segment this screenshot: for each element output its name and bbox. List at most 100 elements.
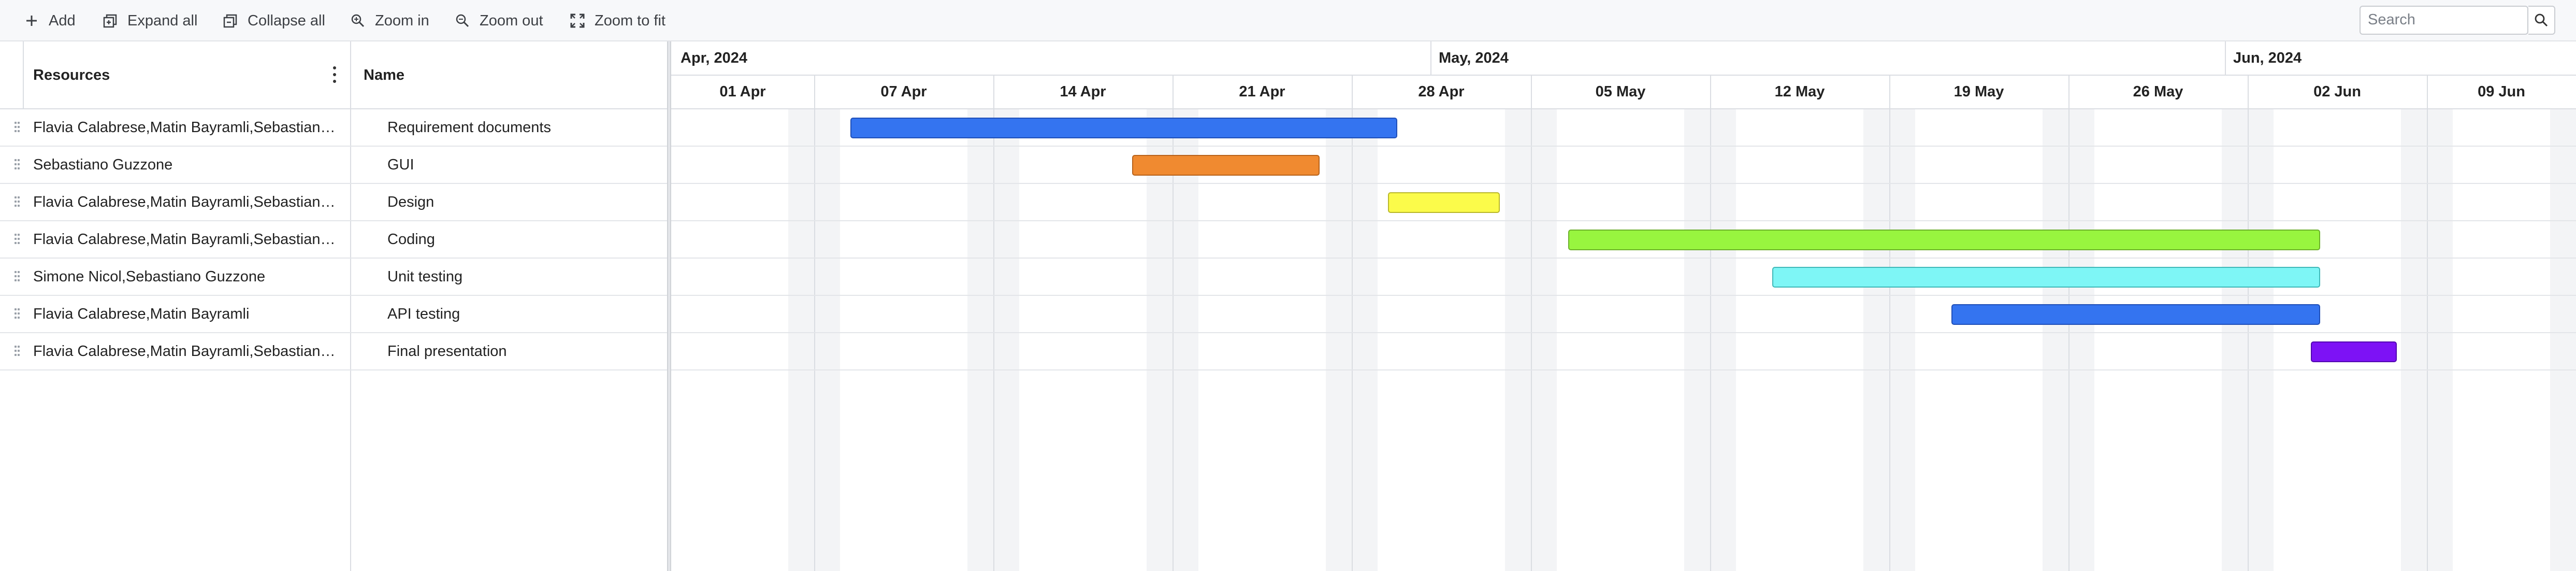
- week-label: 21 Apr: [1239, 83, 1285, 100]
- week-label: 12 May: [1774, 83, 1825, 100]
- timeline-month-header: Apr, 2024 May, 2024 Jun, 2024: [671, 41, 2576, 76]
- resources-cell[interactable]: Flavia Calabrese,Matin Bayramli,Sebastia…: [33, 333, 339, 369]
- search-input[interactable]: [2361, 7, 2530, 33]
- resources-cell[interactable]: Simone Nicol,Sebastiano Guzzone: [33, 259, 339, 295]
- grid-divider: [23, 41, 24, 109]
- zoom-to-fit-label: Zoom to fit: [595, 12, 665, 29]
- week-divider: [814, 76, 815, 571]
- table-row[interactable]: Flavia Calabrese,Matin Bayramli API testi…: [0, 296, 667, 333]
- week-label: 14 Apr: [1060, 83, 1106, 100]
- column-menu-icon[interactable]: [331, 64, 338, 85]
- week-divider: [1173, 76, 1174, 571]
- plus-icon: [24, 13, 39, 28]
- row-divider: [671, 220, 2576, 221]
- month-label: Jun, 2024: [2233, 50, 2302, 66]
- task-bar[interactable]: [1388, 192, 1500, 213]
- table-row[interactable]: Flavia Calabrese,Matin Bayramli,Sebastia…: [0, 184, 667, 221]
- drag-handle-icon[interactable]: [15, 308, 20, 321]
- week-label: 07 Apr: [880, 83, 927, 100]
- zoom-out-label: Zoom out: [480, 12, 543, 29]
- row-divider: [671, 369, 2576, 370]
- table-row[interactable]: Sebastiano Guzzone GUI: [0, 147, 667, 184]
- task-grid: Resources Name Flavia Calabrese,Matin Ba…: [0, 41, 667, 571]
- month-label: Apr, 2024: [681, 50, 747, 66]
- zoom-out-button[interactable]: Zoom out: [455, 7, 543, 34]
- table-row[interactable]: Flavia Calabrese,Matin Bayramli,Sebastia…: [0, 109, 667, 147]
- drag-handle-icon[interactable]: [15, 346, 20, 358]
- week-label: 19 May: [1953, 83, 2004, 100]
- expand-icon: [103, 13, 118, 28]
- row-divider: [671, 183, 2576, 184]
- resources-cell[interactable]: Flavia Calabrese,Matin Bayramli,Sebastia…: [33, 221, 339, 258]
- task-bar[interactable]: [1951, 304, 2320, 325]
- resources-cell[interactable]: Flavia Calabrese,Matin Bayramli: [33, 296, 339, 332]
- zoom-to-fit-button[interactable]: Zoom to fit: [570, 7, 665, 34]
- drag-handle-icon[interactable]: [15, 196, 20, 209]
- collapse-all-button[interactable]: Collapse all: [223, 7, 325, 34]
- week-divider: [1531, 76, 1532, 571]
- week-divider: [993, 76, 994, 571]
- row-divider: [671, 295, 2576, 296]
- week-label: 09 Jun: [2478, 83, 2525, 100]
- fit-screen-icon: [570, 13, 585, 28]
- table-row[interactable]: Flavia Calabrese,Matin Bayramli,Sebastia…: [0, 333, 667, 370]
- task-bar[interactable]: [1132, 155, 1320, 176]
- name-cell[interactable]: Design: [387, 184, 434, 220]
- row-divider: [671, 258, 2576, 259]
- row-divider: [671, 146, 2576, 147]
- month-divider: [1430, 41, 1431, 76]
- toolbar: Add Expand all Collapse all Zoom in Zoom…: [0, 0, 2576, 41]
- name-cell[interactable]: Final presentation: [387, 333, 507, 369]
- column-header-name[interactable]: Name: [364, 41, 404, 109]
- week-divider: [1352, 76, 1353, 571]
- zoom-in-label: Zoom in: [375, 12, 429, 29]
- week-divider: [1710, 76, 1711, 571]
- resources-cell[interactable]: Flavia Calabrese,Matin Bayramli,Sebastia…: [33, 109, 339, 146]
- week-label: 05 May: [1595, 83, 1646, 100]
- week-label: 02 Jun: [2313, 83, 2361, 100]
- task-bar[interactable]: [1568, 230, 2320, 250]
- expand-all-button[interactable]: Expand all: [103, 7, 197, 34]
- expand-all-label: Expand all: [127, 12, 198, 29]
- zoom-in-icon: [350, 13, 366, 28]
- resources-cell[interactable]: Sebastiano Guzzone: [33, 147, 339, 183]
- week-label: 26 May: [2133, 83, 2183, 100]
- month-label: May, 2024: [1439, 50, 1509, 66]
- week-label: 28 Apr: [1418, 83, 1465, 100]
- task-bar[interactable]: [1772, 267, 2320, 288]
- search-field[interactable]: [2360, 6, 2530, 35]
- name-cell[interactable]: API testing: [387, 296, 460, 332]
- gantt-timeline: Apr, 2024 May, 2024 Jun, 2024 01 Apr 07 Apr…: [671, 41, 2576, 571]
- collapse-icon: [223, 13, 238, 28]
- zoom-out-icon: [455, 13, 470, 28]
- task-bar[interactable]: [850, 118, 1397, 138]
- resources-cell[interactable]: Flavia Calabrese,Matin Bayramli,Sebastia…: [33, 184, 339, 220]
- name-cell[interactable]: Coding: [387, 221, 435, 258]
- drag-handle-icon[interactable]: [15, 122, 20, 134]
- name-cell[interactable]: GUI: [387, 147, 414, 183]
- search-button[interactable]: [2528, 6, 2555, 35]
- name-cell[interactable]: Unit testing: [387, 259, 462, 295]
- drag-handle-icon[interactable]: [15, 271, 20, 283]
- add-label: Add: [49, 12, 76, 29]
- timeline-week-header: 01 Apr 07 Apr 14 Apr 21 Apr 28 Apr 05 May 12 M…: [671, 76, 2576, 109]
- week-divider: [1889, 76, 1890, 571]
- table-row[interactable]: Flavia Calabrese,Matin Bayramli,Sebastia…: [0, 221, 667, 259]
- month-divider: [2225, 41, 2226, 76]
- column-header-resources[interactable]: Resources: [33, 41, 110, 109]
- zoom-in-button[interactable]: Zoom in: [350, 7, 429, 34]
- search-icon: [2534, 13, 2549, 27]
- name-cell[interactable]: Requirement documents: [387, 109, 551, 146]
- row-divider: [671, 332, 2576, 333]
- drag-handle-icon[interactable]: [15, 234, 20, 246]
- drag-handle-icon[interactable]: [15, 159, 20, 172]
- task-bar[interactable]: [2311, 341, 2397, 362]
- grid-header: Resources Name: [0, 41, 667, 109]
- weekend-shade: [2550, 109, 2576, 571]
- week-label: 01 Apr: [719, 83, 766, 100]
- grid-timeline-splitter[interactable]: [667, 41, 671, 571]
- table-row[interactable]: Simone Nicol,Sebastiano Guzzone Unit test…: [0, 259, 667, 296]
- week-divider: [2427, 76, 2428, 571]
- collapse-all-label: Collapse all: [248, 12, 325, 29]
- add-button[interactable]: Add: [24, 7, 76, 34]
